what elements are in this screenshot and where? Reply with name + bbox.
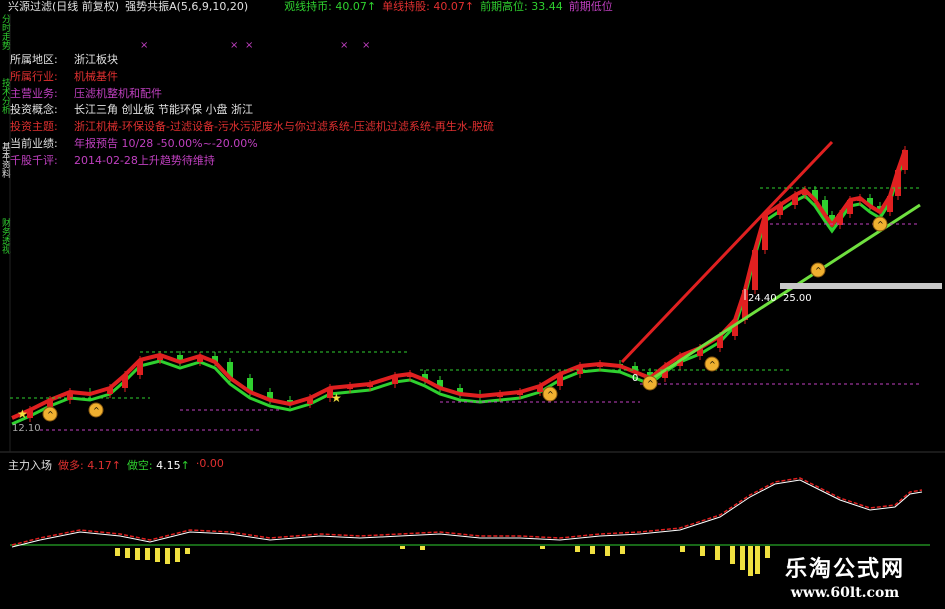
volume-bar — [165, 548, 170, 564]
buy-signal-glyph: ^ — [709, 360, 716, 369]
volume-bar — [185, 548, 190, 554]
buy-signal-glyph: ^ — [93, 406, 100, 415]
volume-bar — [605, 546, 610, 556]
info-row: 投资主题: 浙江机械-环保设备-过滤设备-污水污泥废水与你过滤系统-压滤机过滤系统… — [10, 120, 494, 134]
volume-bar — [730, 546, 735, 564]
x-marker-icon: × — [362, 40, 370, 51]
volume-bar — [540, 546, 545, 549]
info-row: 主营业务: 压滤机整机和配件 — [10, 86, 162, 100]
volume-bar — [680, 546, 685, 552]
volume-bar — [740, 546, 745, 570]
chart-window[interactable]: 兴源过滤(日线 前复权) 强势共振A(5,6,9,10,20) 观线持币: 40… — [0, 0, 945, 609]
buy-signal-glyph: ^ — [815, 266, 822, 275]
info-row: 当前业绩: 年报预告 10/28 -50.00%~-20.00% — [10, 136, 258, 150]
volume-bar — [400, 546, 405, 549]
buy-signal-glyph: ^ — [877, 220, 884, 229]
lower-panel-header: 主力入场 做多: 4.17↑ 做空: 4.15↑ ·0.00 — [8, 457, 224, 473]
price-label-b: 25.00 — [783, 293, 812, 304]
oscillator-red — [11, 477, 923, 546]
watermark: 乐淘公式网 www.60lt.com — [748, 556, 942, 608]
level-bar — [780, 283, 942, 289]
star-icon: ★ — [17, 407, 28, 421]
info-row: 所属地区: 浙江板块 — [10, 53, 118, 66]
volume-bar — [700, 546, 705, 556]
buy-signal-glyph: ^ — [547, 390, 554, 399]
oscillator-white — [11, 479, 923, 548]
price-line — [11, 149, 907, 420]
lower-field: 做多: 4.17↑ — [58, 459, 121, 472]
volume-bar — [145, 548, 150, 560]
info-row: 投资概念: 长江三角 创业板 节能环保 小盘 浙江 — [10, 103, 253, 117]
lower-field: 做空: 4.15↑ — [126, 459, 190, 472]
volume-bar — [715, 546, 720, 560]
ma-line — [11, 155, 907, 426]
buy-signal-glyph: ^ — [47, 410, 54, 419]
lower-field: ·0.00 — [195, 457, 224, 470]
volume-bar — [135, 548, 140, 560]
volume-bar — [420, 546, 425, 550]
volume-bar — [575, 546, 580, 552]
volume-bar — [590, 546, 595, 554]
info-row: 所属行业: 机械基件 — [10, 69, 118, 83]
x-marker-icon: × — [245, 40, 253, 51]
volume-bar — [620, 546, 625, 554]
volume-bar — [175, 548, 180, 562]
watermark-url: www.60lt.com — [790, 585, 900, 601]
star-icon: ★ — [331, 391, 342, 405]
volume-bar — [155, 548, 160, 562]
volume-bar — [125, 548, 130, 558]
watermark-title: 乐淘公式网 — [784, 557, 905, 582]
volume-bar — [115, 548, 120, 556]
info-panel: 所属地区: 浙江板块 所属行业: 机械基件 主营业务: 压滤机整机和配件 投资概念: 长… — [10, 52, 494, 170]
price-label-a: 24.40 — [748, 293, 777, 304]
buy-signal-glyph: ^ — [647, 379, 654, 388]
lower-panel-title: 主力入场 — [8, 459, 52, 472]
price-label-zero: 0 — [632, 373, 639, 384]
x-marker-icon: × — [340, 40, 348, 51]
x-marker-icon: × — [140, 40, 148, 51]
x-marker-icon: × — [230, 40, 238, 51]
info-row: 千股千评: 2014-02-28上升趋势待维持 — [10, 153, 215, 167]
price-label-low: 12.10 — [12, 423, 41, 434]
